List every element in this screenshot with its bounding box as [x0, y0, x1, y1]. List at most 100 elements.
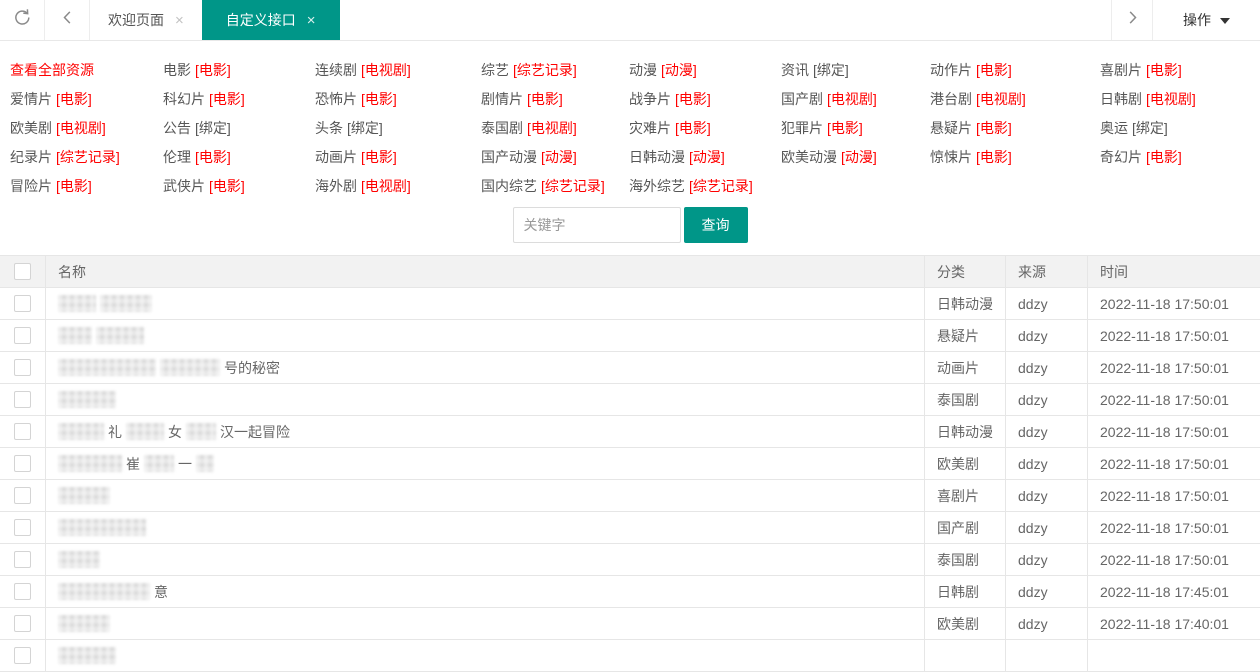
censored-name-block: [144, 455, 174, 472]
category-link[interactable]: 奥运 [绑定]: [1100, 113, 1250, 142]
category-link[interactable]: 海外综艺 [综艺记录]: [629, 171, 781, 200]
refresh-button[interactable]: [0, 0, 45, 40]
row-source: [1006, 640, 1088, 671]
view-all-resources-link[interactable]: 查看全部资源: [10, 55, 163, 84]
category-label: 头条: [315, 119, 343, 136]
censored-name-block: [96, 327, 144, 344]
category-link[interactable]: 日韩动漫 [动漫]: [629, 142, 781, 171]
category-tag: [动漫]: [541, 148, 577, 165]
row-checkbox-cell: [0, 416, 46, 447]
next-tab-button[interactable]: [1111, 0, 1153, 40]
row-checkbox[interactable]: [14, 487, 31, 504]
category-tag: [电视剧]: [361, 177, 411, 194]
category-link[interactable]: 战争片 [电影]: [629, 84, 781, 113]
row-source: ddzy: [1006, 448, 1088, 479]
tab[interactable]: 欢迎页面 ×: [90, 0, 202, 40]
row-checkbox[interactable]: [14, 359, 31, 376]
category-link[interactable]: 动画片 [电影]: [315, 142, 481, 171]
table-row: 崔一欧美剧 ddzy 2022-11-18 17:50:01: [0, 448, 1260, 480]
tab-active[interactable]: 自定义接口 ×: [201, 0, 340, 40]
category-link[interactable]: 国产动漫 [动漫]: [481, 142, 629, 171]
category-link[interactable]: 国产剧 [电视剧]: [781, 84, 930, 113]
category-link[interactable]: 喜剧片 [电影]: [1100, 55, 1250, 84]
select-all-checkbox[interactable]: [14, 263, 31, 280]
row-checkbox[interactable]: [14, 583, 31, 600]
table-row: 悬疑片 ddzy 2022-11-18 17:50:01: [0, 320, 1260, 352]
search-input[interactable]: [512, 207, 681, 243]
category-link[interactable]: 恐怖片 [电影]: [315, 84, 481, 113]
row-category: 喜剧片: [925, 480, 1006, 511]
row-name: 礼 女 汉一起冒险: [46, 416, 925, 447]
category-link[interactable]: 欧美动漫 [动漫]: [781, 142, 930, 171]
name-text-fragment: 礼: [108, 423, 122, 440]
category-link[interactable]: 伦理 [电影]: [163, 142, 315, 171]
category-grid: 查看全部资源 电影 [电影] 连续剧 [电视剧] 综艺 [综艺记录] 动漫 [动漫] 资讯 [绑定]…: [10, 55, 1250, 200]
category-link[interactable]: 连续剧 [电视剧]: [315, 55, 481, 84]
category-link[interactable]: 国内综艺 [综艺记录]: [481, 171, 629, 200]
prev-tab-button[interactable]: [45, 0, 90, 40]
row-category: 国产剧: [925, 512, 1006, 543]
row-checkbox[interactable]: [14, 327, 31, 344]
row-checkbox[interactable]: [14, 615, 31, 632]
category-link[interactable]: 动漫 [动漫]: [629, 55, 781, 84]
category-label: 剧情片: [481, 90, 523, 107]
row-time: 2022-11-18 17:50:01: [1100, 295, 1229, 312]
category-link[interactable]: 爱情片 [电影]: [10, 84, 163, 113]
category-link[interactable]: 海外剧 [电视剧]: [315, 171, 481, 200]
row-source: ddzy: [1006, 416, 1088, 447]
actions-dropdown[interactable]: 操作: [1153, 0, 1260, 40]
row-checkbox[interactable]: [14, 519, 31, 536]
search-bar: 查询: [0, 207, 1260, 243]
category-link[interactable]: 泰国剧 [电视剧]: [481, 113, 629, 142]
censored-name-block: [196, 455, 214, 472]
row-name: [46, 544, 925, 575]
tab-close-icon[interactable]: ×: [307, 13, 316, 28]
category-link[interactable]: 公告 [绑定]: [163, 113, 315, 142]
row-checkbox[interactable]: [14, 423, 31, 440]
row-checkbox-cell: [0, 512, 46, 543]
row-checkbox[interactable]: [14, 391, 31, 408]
row-checkbox[interactable]: [14, 551, 31, 568]
censored-name-block: [126, 423, 164, 440]
row-checkbox[interactable]: [14, 295, 31, 312]
category-link[interactable]: 日韩剧 [电视剧]: [1100, 84, 1250, 113]
category-label: 奇幻片: [1100, 148, 1142, 165]
category-link[interactable]: 欧美剧 [电视剧]: [10, 113, 163, 142]
row-checkbox[interactable]: [14, 455, 31, 472]
category-link[interactable]: 纪录片 [综艺记录]: [10, 142, 163, 171]
row-time: 2022-11-18 17:50:01: [1100, 359, 1229, 376]
category-link[interactable]: 悬疑片 [电影]: [930, 113, 1100, 142]
category-link[interactable]: 犯罪片 [电影]: [781, 113, 930, 142]
category-link[interactable]: 剧情片 [电影]: [481, 84, 629, 113]
category-link[interactable]: 头条 [绑定]: [315, 113, 481, 142]
category-tag: [电影]: [976, 119, 1012, 136]
category-link[interactable]: 惊悚片 [电影]: [930, 142, 1100, 171]
category-link[interactable]: 科幻片 [电影]: [163, 84, 315, 113]
category-link[interactable]: 动作片 [电影]: [930, 55, 1100, 84]
category-label: 灾难片: [629, 119, 671, 136]
category-link[interactable]: 奇幻片 [电影]: [1100, 142, 1250, 171]
category-link[interactable]: 资讯 [绑定]: [781, 55, 930, 84]
category-label: 动画片: [315, 148, 357, 165]
row-time: 2022-11-18 17:50:01: [1100, 551, 1229, 568]
row-category: 欧美剧: [925, 608, 1006, 639]
category-link[interactable]: 武侠片 [电影]: [163, 171, 315, 200]
search-button[interactable]: 查询: [683, 207, 748, 243]
tab-label: 自定义接口: [225, 12, 296, 28]
chevron-right-icon: [1125, 10, 1140, 30]
tab-close-icon[interactable]: ×: [175, 13, 184, 28]
category-link[interactable]: 综艺 [综艺记录]: [481, 55, 629, 84]
category-link[interactable]: 灾难片 [电影]: [629, 113, 781, 142]
refresh-icon: [12, 7, 33, 33]
row-name: 号的秘密: [46, 352, 925, 383]
category-label: 冒险片: [10, 177, 52, 194]
censored-name-block: [100, 295, 152, 312]
category-tag: [绑定]: [195, 119, 231, 136]
category-link[interactable]: 港台剧 [电视剧]: [930, 84, 1100, 113]
category-tag: [动漫]: [661, 61, 697, 78]
row-name: [46, 384, 925, 415]
category-link[interactable]: 电影 [电影]: [163, 55, 315, 84]
category-label: 海外综艺: [629, 177, 685, 194]
category-link[interactable]: 冒险片 [电影]: [10, 171, 163, 200]
